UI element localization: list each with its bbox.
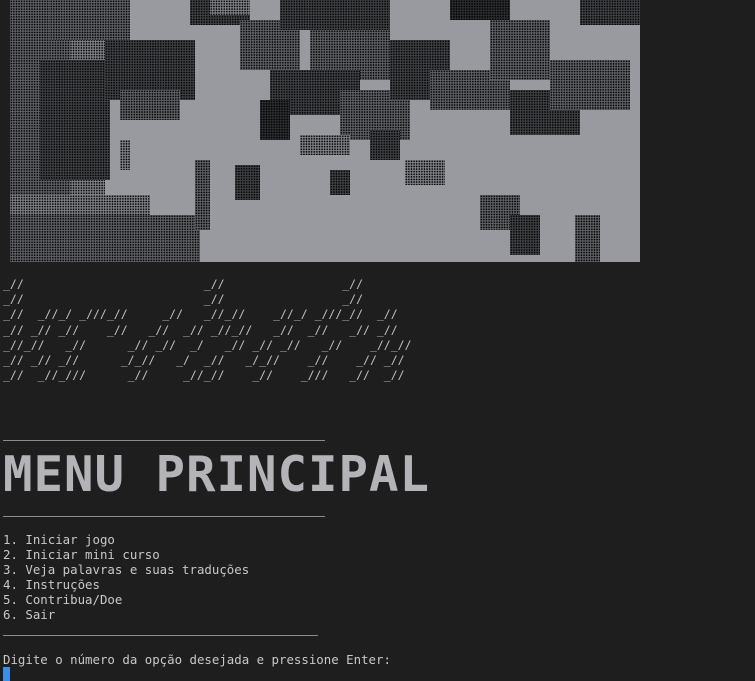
ascii-image-block bbox=[235, 165, 260, 200]
ascii-image-block bbox=[280, 0, 390, 30]
ascii-image-block bbox=[50, 0, 130, 40]
ascii-image-block bbox=[370, 130, 400, 160]
menu-option-contribua: 5. Contribua/Doe bbox=[3, 592, 123, 607]
ascii-image-block bbox=[10, 215, 200, 262]
menu-title: MENU PRINCIPAL bbox=[3, 450, 429, 499]
menu-options: 1. Iniciar jogo 2. Iniciar mini curso 3.… bbox=[3, 532, 249, 622]
divider-bottom bbox=[3, 635, 318, 636]
ascii-image-block bbox=[120, 90, 180, 120]
ascii-image-block bbox=[300, 135, 350, 155]
menu-option-iniciar-jogo: 1. Iniciar jogo bbox=[3, 532, 115, 547]
divider-top bbox=[3, 440, 325, 441]
ascii-banner: _// _// _// _// _// _// _// _//_/ _///_/… bbox=[3, 277, 412, 383]
ascii-art-image bbox=[10, 0, 640, 262]
ascii-image-block bbox=[550, 60, 630, 110]
ascii-image-block bbox=[260, 100, 290, 140]
ascii-image-block bbox=[490, 20, 550, 80]
ascii-image-block bbox=[405, 160, 445, 185]
ascii-image-block bbox=[450, 0, 510, 20]
input-prompt: Digite o número da opção desejada e pres… bbox=[3, 652, 391, 667]
menu-option-mini-curso: 2. Iniciar mini curso bbox=[3, 547, 160, 562]
ascii-image-block bbox=[575, 215, 600, 262]
ascii-image-block bbox=[210, 0, 250, 15]
ascii-image-block bbox=[195, 160, 210, 230]
terminal-window[interactable]: _// _// _// _// _// _// _// _//_/ _///_/… bbox=[0, 0, 755, 681]
menu-option-instrucoes: 4. Instruções bbox=[3, 577, 100, 592]
ascii-image-block bbox=[120, 140, 130, 170]
ascii-image-block bbox=[510, 215, 540, 255]
menu-option-palavras: 3. Veja palavras e suas traduções bbox=[3, 562, 250, 577]
ascii-image-block bbox=[330, 170, 350, 195]
divider-middle bbox=[3, 516, 325, 517]
ascii-image-block bbox=[580, 0, 640, 25]
text-cursor[interactable] bbox=[3, 667, 10, 681]
menu-title-text: MENU PRINCIPAL bbox=[3, 446, 431, 503]
menu-option-sair: 6. Sair bbox=[3, 607, 56, 622]
ascii-image-block bbox=[40, 60, 110, 180]
